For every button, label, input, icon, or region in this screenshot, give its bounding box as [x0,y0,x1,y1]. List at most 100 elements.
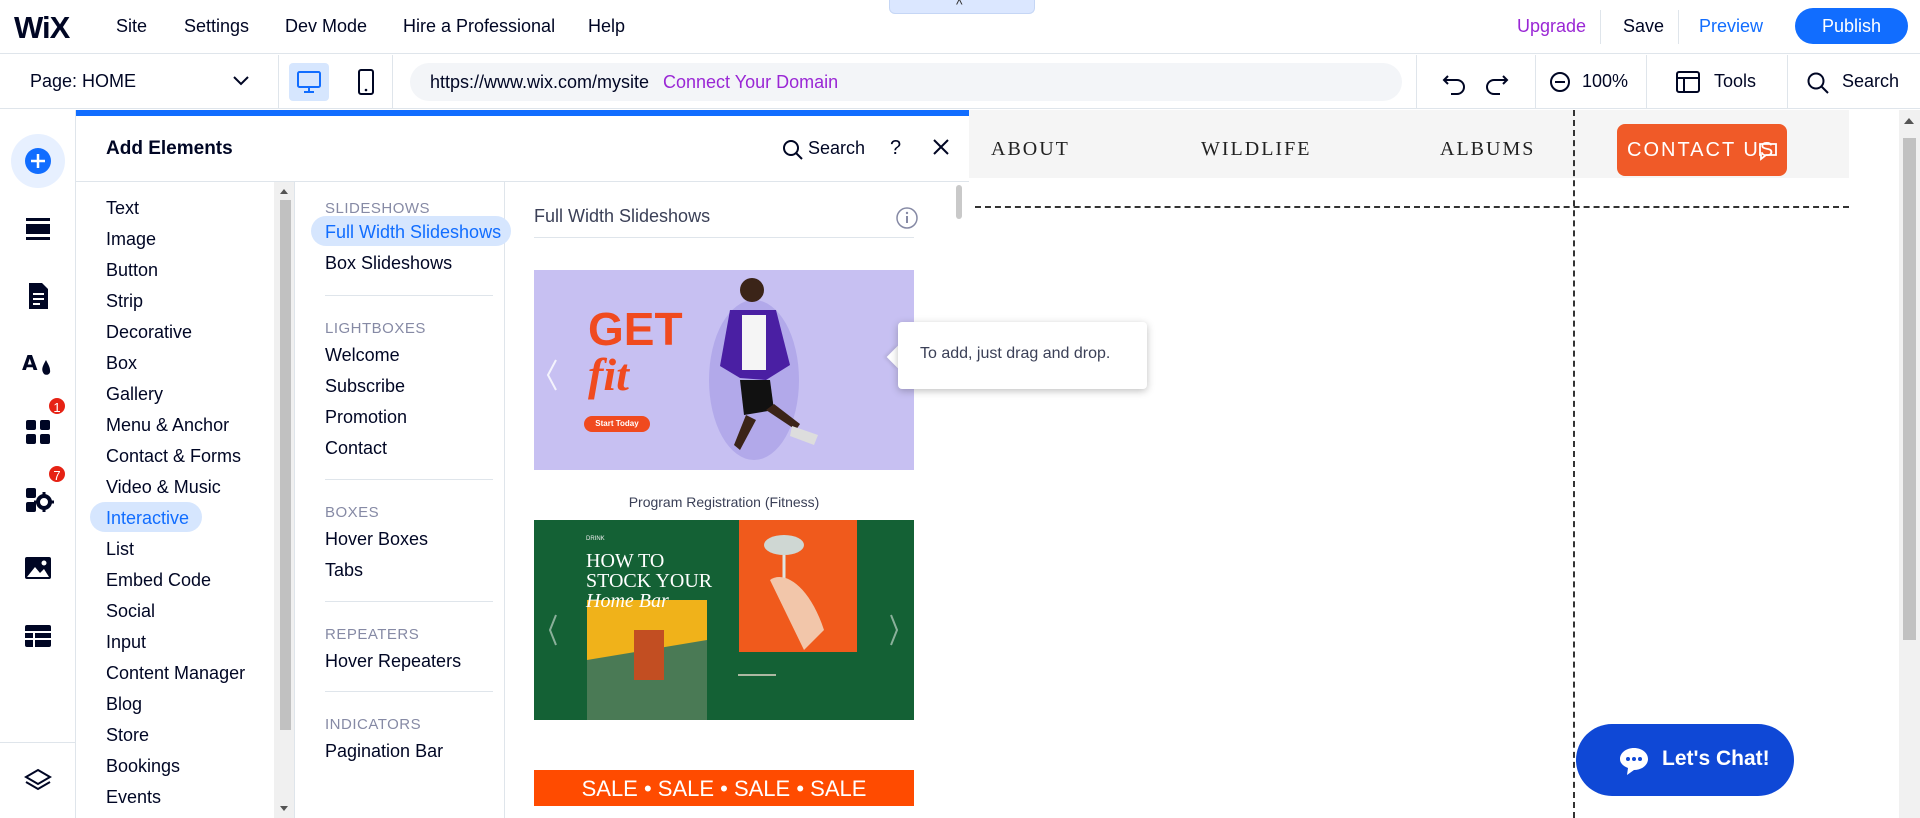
scroll-up-arrow-icon[interactable] [1901,114,1917,128]
save-button[interactable]: Save [1623,16,1664,37]
divider [1646,55,1647,109]
subcategory-pagination-bar[interactable]: Pagination Bar [325,741,443,762]
category-bookings[interactable]: Bookings [106,756,180,777]
layers-icon[interactable] [22,765,54,797]
slideshow-card-sale[interactable]: SALE • SALE • SALE • SALE [534,770,914,806]
page-selector[interactable]: Page: HOME [30,71,136,92]
category-interactive[interactable]: Interactive [106,508,189,529]
mobile-view-button[interactable] [346,63,386,101]
category-list: Text Image Button Strip Decorative Box G… [76,182,294,818]
theme-icon[interactable]: A [22,348,54,380]
menu-hire-professional[interactable]: Hire a Professional [403,16,555,37]
help-button[interactable]: ? [890,137,901,160]
menu-settings[interactable]: Settings [184,16,249,37]
preview-scrollbar-thumb[interactable] [956,185,962,219]
category-image[interactable]: Image [106,229,156,250]
chevron-down-icon[interactable] [232,73,250,87]
category-video-music[interactable]: Video & Music [106,477,221,498]
menu-help[interactable]: Help [588,16,625,37]
close-icon[interactable] [931,137,951,157]
menu-site[interactable]: Site [116,16,147,37]
scroll-up-arrow-icon[interactable] [277,185,291,197]
tools-icon[interactable] [1675,70,1701,94]
category-input[interactable]: Input [106,632,146,653]
panel-search-button[interactable]: Search [808,138,865,159]
subgroup-heading-slideshows: SLIDESHOWS [325,200,431,217]
category-gallery[interactable]: Gallery [106,384,163,405]
category-embed-code[interactable]: Embed Code [106,570,211,591]
divider [325,479,493,480]
contact-us-label: CONTACT US [1627,139,1776,161]
collapse-toolbar-button[interactable]: ^ [889,0,1035,14]
subcategory-box-slideshows[interactable]: Box Slideshows [325,253,452,274]
search-icon[interactable] [782,139,804,161]
redo-button[interactable] [1481,68,1511,96]
slideshow-card-fitness[interactable]: GET fit Start Today [534,270,914,470]
zoom-level[interactable]: 100% [1582,71,1628,92]
subcategory-contact[interactable]: Contact [325,438,387,459]
category-menu-anchor[interactable]: Menu & Anchor [106,415,229,436]
search-button[interactable]: Search [1842,71,1899,92]
category-list[interactable]: List [106,539,134,560]
category-text[interactable]: Text [106,198,139,219]
category-decorative[interactable]: Decorative [106,322,192,343]
scroll-down-arrow-icon[interactable] [277,803,291,815]
wix-logo[interactable]: WiX [14,10,70,46]
category-store[interactable]: Store [106,725,149,746]
category-social[interactable]: Social [106,601,155,622]
preview-section-title: Full Width Slideshows [534,206,711,226]
zoom-out-icon[interactable] [1549,71,1573,95]
preview-button[interactable]: Preview [1699,16,1763,37]
divider [534,237,914,238]
subcategory-promotion[interactable]: Promotion [325,407,407,428]
subcategory-subscribe[interactable]: Subscribe [325,376,405,397]
category-contact-forms[interactable]: Contact & Forms [106,446,241,467]
site-url-bar[interactable]: https://www.wix.com/mysite Connect Your … [410,63,1402,101]
desktop-view-button[interactable] [289,63,329,101]
editor-toolbar: Page: HOME https://www.wix.com/mysite Co… [0,55,1920,109]
editor-canvas[interactable]: ABOUT WILDLIFE ALBUMS CONTACT US Let's C… [969,110,1920,818]
upgrade-link[interactable]: Upgrade [1517,16,1586,37]
chat-bubble-icon [1759,143,1777,161]
category-content-manager[interactable]: Content Manager [106,663,245,684]
subcategory-tabs[interactable]: Tabs [325,560,363,581]
business-apps-icon[interactable] [22,484,54,516]
lets-chat-button[interactable]: Let's Chat! [1576,724,1794,796]
info-icon[interactable] [895,206,919,230]
divider [1416,55,1417,109]
undo-icon [1442,75,1465,95]
category-events[interactable]: Events [106,787,161,808]
apps-icon[interactable] [22,416,54,448]
menu-dev-mode[interactable]: Dev Mode [285,16,367,37]
subcategory-list: SLIDESHOWS Full Width Slideshows Box Sli… [294,182,511,818]
media-icon[interactable] [22,552,54,584]
undo-button[interactable] [1440,68,1470,96]
subgroup-heading-lightboxes: LIGHTBOXES [325,320,426,337]
category-button[interactable]: Button [106,260,158,281]
publish-button[interactable]: Publish [1795,8,1908,44]
subcategory-welcome[interactable]: Welcome [325,345,400,366]
nav-wildlife[interactable]: WILDLIFE [1201,138,1311,161]
nav-about[interactable]: ABOUT [991,138,1070,161]
sections-icon[interactable] [22,212,54,244]
nav-albums[interactable]: ALBUMS [1440,138,1535,161]
category-box[interactable]: Box [106,353,137,374]
canvas-scrollbar-thumb[interactable] [1903,138,1916,640]
slideshow-card-home-bar[interactable]: DRINK HOW TO STOCK YOUR Home Bar [534,520,914,720]
cms-icon[interactable] [22,620,54,652]
subcategory-hover-boxes[interactable]: Hover Boxes [325,529,428,550]
contact-us-button[interactable]: CONTACT US [1617,124,1787,176]
add-elements-button[interactable] [11,134,65,188]
tools-button[interactable]: Tools [1714,71,1756,92]
category-scrollbar-thumb[interactable] [280,200,291,730]
category-blog[interactable]: Blog [106,694,142,715]
divider [392,55,393,109]
search-icon[interactable] [1806,71,1830,95]
pages-icon[interactable] [22,280,54,312]
svg-text:A: A [22,351,38,375]
subcategory-hover-repeaters[interactable]: Hover Repeaters [325,651,461,672]
drag-drop-tooltip: To add, just drag and drop. [898,322,1147,389]
subcategory-full-width-slideshows[interactable]: Full Width Slideshows [325,222,501,243]
connect-domain-link[interactable]: Connect Your Domain [663,72,838,93]
category-strip[interactable]: Strip [106,291,143,312]
